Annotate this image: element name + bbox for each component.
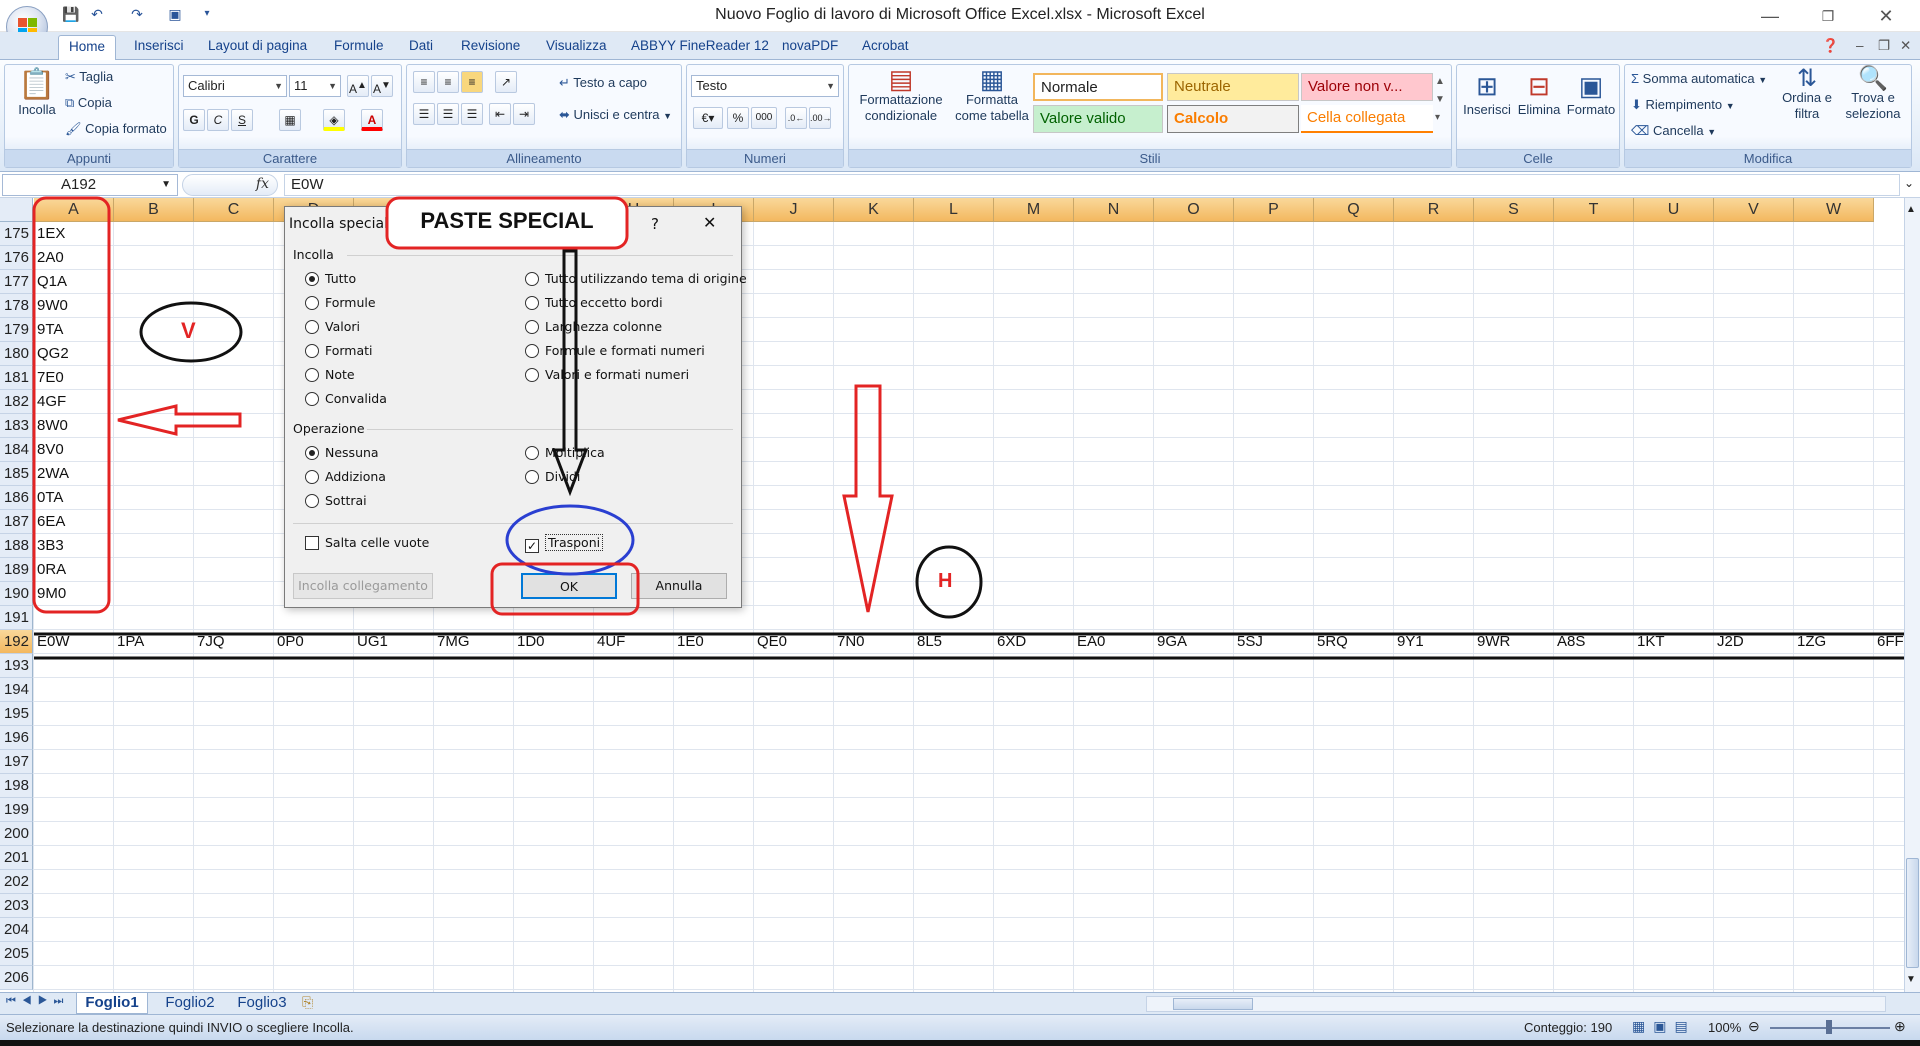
taskbar-edge <box>0 1040 1920 1046</box>
left-arrow-annotation <box>117 404 242 436</box>
down-arrow-black <box>551 249 589 497</box>
horizontal-scrollbar[interactable] <box>1146 996 1886 1012</box>
h-annotation-text: H <box>938 570 953 592</box>
ok-highlight <box>490 562 640 616</box>
insert-sheet-icon[interactable]: ⎘ <box>302 994 313 1011</box>
v-annotation-text: V <box>181 318 196 343</box>
h-scroll-thumb[interactable] <box>1173 998 1253 1010</box>
zoom-level[interactable]: 100% <box>1708 1020 1741 1035</box>
paste-special-annotation-text: PASTE SPECIAL <box>420 208 594 233</box>
sheet-tab-foglio3[interactable]: Foglio3 <box>228 994 296 1011</box>
status-count: Conteggio: 190 <box>1524 1020 1613 1035</box>
column-a-highlight <box>32 196 111 614</box>
sheet-tab-foglio2[interactable]: Foglio2 <box>156 994 224 1011</box>
view-buttons-icons[interactable]: ▦▣▤ <box>1632 1018 1696 1035</box>
sheet-tabs-bar: ⏮◀▶⏭ Foglio1 Foglio2 Foglio3 ⎘ <box>0 992 1920 1014</box>
zoom-out-icon[interactable]: ⊖ <box>1748 1018 1760 1035</box>
zoom-slider-thumb[interactable] <box>1826 1020 1832 1034</box>
annotation-layer <box>32 196 1904 660</box>
status-bar: Selezionare la destinazione quindi INVIO… <box>0 1014 1920 1040</box>
status-message: Selezionare la destinazione quindi INVIO… <box>6 1020 354 1035</box>
sheet-tab-foglio1[interactable]: Foglio1 <box>76 993 148 1014</box>
sheet-nav-icons[interactable]: ⏮◀▶⏭ <box>6 995 69 1008</box>
zoom-in-icon[interactable]: ⊕ <box>1894 1018 1906 1035</box>
down-arrow-red <box>842 384 894 613</box>
